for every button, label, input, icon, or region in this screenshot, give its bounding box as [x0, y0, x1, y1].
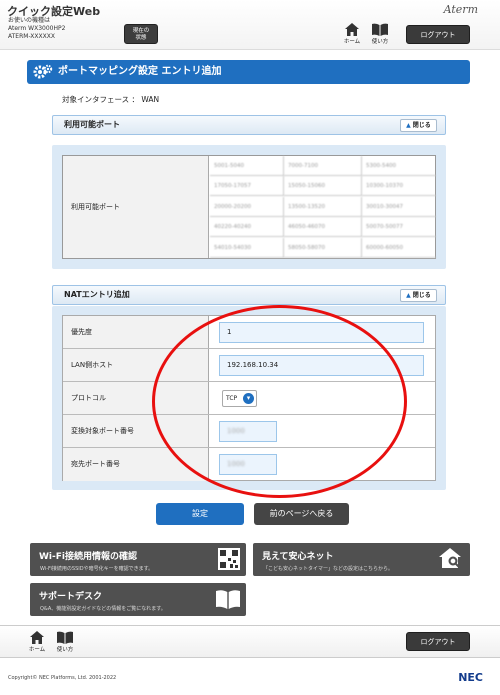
submit-button[interactable]: 設定 — [156, 503, 244, 525]
gear-icon — [33, 64, 53, 79]
support-desk-title: サポートデスク — [39, 592, 103, 602]
available-port-cell: 17050-17057 — [210, 176, 284, 197]
home-search-icon — [439, 548, 461, 569]
wifi-info-title: Wi-Fi接続用情報の確認 — [39, 552, 137, 562]
footer-manual-link[interactable]: 使い方 — [50, 631, 80, 653]
available-port-cell: 50070-50077 — [362, 217, 436, 238]
home-icon — [30, 631, 44, 644]
safety-net-desc: 「こども安心ネットタイマー」などの設定はこちらから。 — [263, 566, 394, 572]
book-icon — [216, 590, 240, 609]
available-ports-title: 利用可能ポート — [64, 120, 120, 129]
available-port-cell: 60000-60050 — [362, 238, 436, 258]
manual-link[interactable]: 使い方 — [365, 23, 395, 45]
highlight-ellipse — [152, 305, 407, 498]
book-icon — [57, 631, 73, 644]
available-port-cell: 54010-54030 — [210, 237, 284, 258]
wifi-info-card[interactable]: Wi-Fi接続用情報の確認 Wi-Fi接続用のSSIDや暗号化キーを確認できます… — [30, 543, 246, 576]
home-icon — [345, 23, 359, 36]
nat-entry-header: NATエントリ追加 ▲ 閉じる — [52, 285, 446, 305]
available-port-cell: 13500-13520 — [284, 196, 362, 217]
wifi-info-desc: Wi-Fi接続用のSSIDや暗号化キーを確認できます。 — [40, 566, 154, 572]
nec-logo: NEC — [458, 671, 483, 684]
available-port-cell: 15050-15060 — [284, 176, 362, 197]
close-label: 閉じる — [412, 292, 431, 299]
back-button[interactable]: 前のページへ戻る — [254, 503, 349, 525]
footer-manual-label: 使い方 — [56, 647, 74, 653]
nat-entry-close-button[interactable]: ▲ 閉じる — [400, 289, 437, 302]
device-caption: お使いの機種は — [8, 17, 51, 24]
available-port-cell: 58050-58070 — [284, 237, 362, 258]
available-port-cell: 40220-40240 — [210, 217, 284, 238]
page-title-bar: ポートマッピング設定 エントリ追加 — [27, 60, 470, 84]
footer-bar: ホーム 使い方 ログアウト — [0, 625, 500, 658]
current-status-button[interactable]: 現在の 状態 — [124, 24, 158, 44]
device-name: ATERM-XXXXXX — [8, 33, 55, 40]
logout-button[interactable]: ログアウト — [406, 25, 470, 44]
status-button-line1: 現在の — [132, 28, 150, 34]
home-label: ホーム — [343, 39, 361, 45]
home-link[interactable]: ホーム — [337, 23, 367, 45]
available-port-cell: 46050-46070 — [284, 217, 362, 238]
header: クイック設定Web お使いの機種は Aterm WX3000HP2 ATERM-… — [0, 0, 500, 50]
support-desk-card[interactable]: サポートデスク Q&A、機能別設定ガイドなどの情報をご覧になれます。 — [30, 583, 246, 616]
safety-net-card[interactable]: 見えて安心ネット 「こども安心ネットタイマー」などの設定はこちらから。 — [253, 543, 470, 576]
available-port-cell: 20000-20200 — [210, 196, 284, 217]
chevron-up-icon: ▲ — [406, 122, 411, 129]
page-title: ポートマッピング設定 エントリ追加 — [58, 66, 222, 77]
qr-code-icon — [218, 548, 240, 570]
available-port-cell: 5001-5040 — [210, 156, 284, 176]
status-button-line2: 状態 — [135, 35, 147, 41]
available-ports-close-button[interactable]: ▲ 閉じる — [400, 119, 437, 132]
manual-label: 使い方 — [371, 39, 389, 45]
copyright: Copyright© NEC Platforms, Ltd. 2001-2022 — [8, 675, 117, 681]
target-interface: 対象インタフェース ： WAN — [62, 95, 160, 104]
nat-entry-title: NATエントリ追加 — [64, 290, 130, 299]
available-port-cell: 10300-10370 — [362, 176, 436, 197]
device-info: お使いの機種は Aterm WX3000HP2 ATERM-XXXXXX — [8, 17, 65, 41]
close-label: 閉じる — [412, 122, 431, 129]
device-model: Aterm WX3000HP2 — [8, 25, 66, 32]
available-ports-table: 利用可能ポート 5001-5040 7000-7100 5300-5400 17050… — [62, 155, 436, 259]
footer-home-label: ホーム — [28, 647, 46, 653]
chevron-up-icon: ▲ — [406, 292, 411, 299]
available-port-cell: 5300-5400 — [362, 156, 436, 176]
support-desk-desc: Q&A、機能別設定ガイドなどの情報をご覧になれます。 — [40, 606, 166, 612]
available-port-cell: 30010-30047 — [362, 197, 436, 217]
aterm-logo: Aterm — [443, 3, 478, 16]
footer-home-link[interactable]: ホーム — [22, 631, 52, 653]
available-ports-header: 利用可能ポート ▲ 閉じる — [52, 115, 446, 135]
safety-net-title: 見えて安心ネット — [262, 552, 334, 562]
footer-logout-button[interactable]: ログアウト — [406, 632, 470, 651]
available-port-cell: 7000-7100 — [284, 156, 362, 176]
book-icon — [372, 23, 388, 36]
available-ports-row-label: 利用可能ポート — [63, 156, 209, 258]
